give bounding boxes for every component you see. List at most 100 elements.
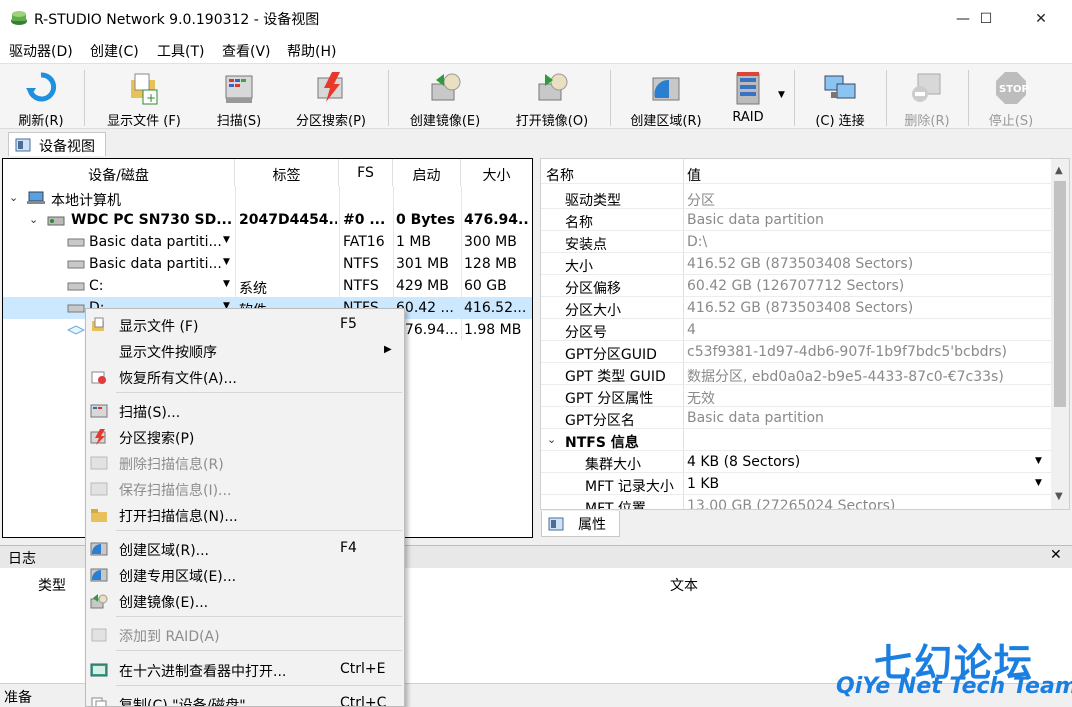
log-close-icon[interactable]: ✕ bbox=[1050, 547, 1062, 563]
menu-item-create-special-region[interactable]: 创建专用区域(E)... bbox=[86, 562, 404, 588]
scan-icon bbox=[225, 75, 253, 103]
property-row[interactable]: 驱动类型 分区 bbox=[541, 187, 1051, 209]
log-column-text[interactable]: 文本 bbox=[670, 575, 698, 595]
tab-properties[interactable]: 属性 bbox=[541, 511, 620, 537]
tab-device-view[interactable]: 设备视图 bbox=[8, 132, 106, 156]
properties-pane[interactable]: 名称 值 驱动类型 分区 名称 Basic data partition 安装点 D:… bbox=[540, 158, 1070, 510]
menu-create[interactable]: 创建(C) bbox=[90, 41, 139, 61]
scroll-up-icon[interactable]: ▲ bbox=[1055, 165, 1063, 176]
menu-item-hex-viewer[interactable]: 在十六进制查看器中打开... Ctrl+E bbox=[86, 657, 404, 683]
raid-icon bbox=[736, 72, 760, 105]
tree-row-partition[interactable]: Basic data partiti... ▼ NTFS 301 MB 128 … bbox=[3, 253, 532, 275]
connect-icon bbox=[824, 75, 856, 99]
create-image-button[interactable]: 创建镜像(E) bbox=[396, 68, 494, 129]
raid-dropdown-arrow[interactable]: ▼ bbox=[778, 90, 785, 100]
scrollbar-thumb[interactable] bbox=[1054, 181, 1066, 407]
menu-bar: 驱动器(D) 创建(C) 工具(T) 查看(V) 帮助(H) bbox=[0, 37, 1072, 63]
log-column-type[interactable]: 类型 bbox=[38, 575, 66, 595]
property-row[interactable]: MFT 位置 13.00 GB (27265024 Sectors) bbox=[541, 495, 1051, 509]
properties-icon bbox=[548, 517, 564, 531]
menu-item-partition-search[interactable]: 分区搜索(P) bbox=[86, 424, 404, 450]
delete-button[interactable]: 删除(R) bbox=[894, 68, 960, 129]
property-row[interactable]: 名称 Basic data partition bbox=[541, 209, 1051, 231]
partition-icon bbox=[67, 304, 85, 313]
properties-scrollbar[interactable]: ▲ ▼ bbox=[1051, 159, 1069, 509]
property-row[interactable]: GPT 类型 GUID 数据分区, ebd0a0a2-b9e5-4433-87c0… bbox=[541, 363, 1051, 385]
context-menu[interactable]: 显示文件 (F) F5 显示文件按顺序 ▶ 恢复所有文件(A)... 扫描(S).… bbox=[85, 308, 405, 707]
column-header-start[interactable]: 启动 bbox=[393, 159, 461, 186]
device-view-icon bbox=[15, 138, 31, 152]
toolbar-separator bbox=[610, 70, 611, 126]
menu-item-open-scan-info[interactable]: 打开扫描信息(N)... bbox=[86, 502, 404, 528]
property-row[interactable]: GPT分区GUID c53f9381-1d97-4db6-907f-1b9f7bd… bbox=[541, 341, 1051, 363]
column-header-label[interactable]: 标签 bbox=[235, 159, 339, 186]
connect-button[interactable]: (C) 连接 bbox=[802, 68, 878, 129]
collapse-chevron-icon[interactable]: ⌄ bbox=[9, 191, 18, 204]
view-tab-bar: 设备视图 bbox=[0, 130, 1072, 156]
title-bar: R-STUDIO Network 9.0.190312 - 设备视图 — ☐ ✕ bbox=[0, 0, 1072, 37]
menu-item-scan[interactable]: 扫描(S)... bbox=[86, 398, 404, 424]
tree-row-local-computer[interactable]: ⌄ 本地计算机 bbox=[3, 187, 532, 209]
row-dropdown-icon[interactable]: ▼ bbox=[223, 235, 230, 245]
menu-item-add-to-raid[interactable]: 添加到 RAID(A) bbox=[86, 622, 404, 648]
toolbar-separator bbox=[794, 70, 795, 126]
tree-row-disk[interactable]: ⌄ WDC PC SN730 SD... 2047D4454... #0 ...… bbox=[3, 209, 532, 231]
property-row[interactable]: GPT分区名 Basic data partition bbox=[541, 407, 1051, 429]
partition-icon bbox=[67, 260, 85, 269]
toolbar-separator bbox=[968, 70, 969, 126]
menu-view[interactable]: 查看(V) bbox=[222, 41, 271, 61]
maximize-button[interactable]: ☐ bbox=[963, 0, 1009, 37]
row-dropdown-icon[interactable]: ▼ bbox=[223, 279, 230, 289]
tree-row-partition[interactable]: Basic data partiti... ▼ FAT16 1 MB 300 M… bbox=[3, 231, 532, 253]
column-header-device[interactable]: 设备/磁盘 ^ bbox=[3, 159, 235, 186]
menu-item-recover-all[interactable]: 恢复所有文件(A)... bbox=[86, 364, 404, 390]
open-image-button[interactable]: 打开镜像(O) bbox=[502, 68, 602, 129]
toolbar: 刷新(R) + 显示文件 (F) 扫描(S) 分区搜索(P) 创建镜像(E) 打… bbox=[0, 63, 1072, 129]
column-header-fs[interactable]: FS bbox=[339, 159, 393, 186]
property-row[interactable]: 分区偏移 60.42 GB (126707712 Sectors) bbox=[541, 275, 1051, 297]
column-header-size[interactable]: 大小 bbox=[461, 159, 532, 186]
menu-item-save-scan-info[interactable]: 保存扫描信息(I)... bbox=[86, 476, 404, 502]
menu-tools[interactable]: 工具(T) bbox=[157, 41, 204, 61]
partition-search-button[interactable]: 分区搜索(P) bbox=[282, 68, 380, 129]
menu-drive[interactable]: 驱动器(D) bbox=[9, 41, 73, 61]
log-title: 日志 bbox=[8, 551, 36, 567]
stop-button[interactable]: STOP 停止(S) bbox=[976, 68, 1046, 129]
value-dropdown-icon[interactable]: ▼ bbox=[1035, 478, 1042, 488]
property-row[interactable]: GPT 分区属性 无效 bbox=[541, 385, 1051, 407]
show-files-button[interactable]: + 显示文件 (F) bbox=[92, 68, 196, 129]
menu-item-show-files-order[interactable]: 显示文件按顺序 ▶ bbox=[86, 338, 404, 364]
menu-item-create-image[interactable]: 创建镜像(E)... bbox=[86, 588, 404, 614]
property-row[interactable]: 大小 416.52 GB (873503408 Sectors) bbox=[541, 253, 1051, 275]
refresh-button[interactable]: 刷新(R) bbox=[2, 68, 80, 129]
property-row[interactable]: 分区大小 416.52 GB (873503408 Sectors) bbox=[541, 297, 1051, 319]
toolbar-separator bbox=[84, 70, 85, 126]
scroll-down-icon[interactable]: ▼ bbox=[1055, 491, 1063, 502]
scan-icon bbox=[90, 404, 108, 418]
stop-icon: STOP bbox=[996, 72, 1028, 104]
close-button[interactable]: ✕ bbox=[1018, 0, 1064, 37]
menu-help[interactable]: 帮助(H) bbox=[287, 41, 336, 61]
open-image-icon bbox=[538, 73, 568, 101]
menu-item-delete-scan-info[interactable]: 删除扫描信息(R) bbox=[86, 450, 404, 476]
property-row[interactable]: 分区号 4 bbox=[541, 319, 1051, 341]
raid-button[interactable]: RAID bbox=[722, 68, 774, 128]
watermark-logo: 七幻论坛 QiYe Net Tech Team bbox=[836, 641, 1072, 699]
value-dropdown-icon[interactable]: ▼ bbox=[1035, 456, 1042, 466]
property-row[interactable]: 安装点 D:\ bbox=[541, 231, 1051, 253]
scan-button[interactable]: 扫描(S) bbox=[204, 68, 274, 129]
create-region-icon bbox=[652, 77, 680, 101]
menu-item-create-region[interactable]: 创建区域(R)... F4 bbox=[86, 536, 404, 562]
collapse-chevron-icon[interactable]: ⌄ bbox=[547, 433, 556, 446]
property-row[interactable]: MFT 记录大小 1 KB ▼ bbox=[541, 473, 1051, 495]
collapse-chevron-icon[interactable]: ⌄ bbox=[29, 213, 38, 226]
partition-search-icon bbox=[317, 72, 343, 102]
property-group-ntfs[interactable]: ⌄ NTFS 信息 bbox=[541, 429, 1051, 451]
create-region-button[interactable]: 创建区域(R) bbox=[618, 68, 714, 129]
menu-item-show-files[interactable]: 显示文件 (F) F5 bbox=[86, 312, 404, 338]
open-scan-icon bbox=[91, 509, 107, 522]
menu-item-copy[interactable]: 复制(C) "设备/磁盘" Ctrl+C bbox=[86, 691, 404, 706]
tree-row-partition-c[interactable]: C: ▼ 系统 NTFS 429 MB 60 GB bbox=[3, 275, 532, 297]
row-dropdown-icon[interactable]: ▼ bbox=[223, 257, 230, 267]
property-row[interactable]: 集群大小 4 KB (8 Sectors) ▼ bbox=[541, 451, 1051, 473]
